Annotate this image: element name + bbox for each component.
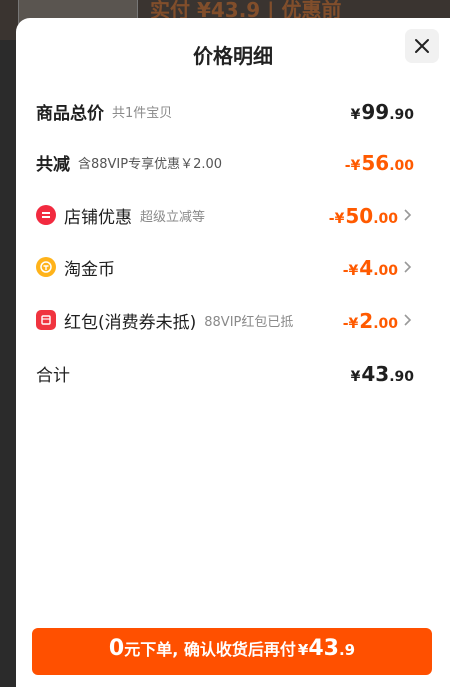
close-button[interactable] <box>405 29 439 63</box>
cta-amount-integer: 43 <box>308 636 339 661</box>
item-total-amount: ¥99.90 <box>351 96 414 126</box>
currency-symbol: ¥ <box>350 369 361 385</box>
amount-integer: 4 <box>359 256 374 280</box>
amount-integer: 2 <box>359 309 374 333</box>
amount-integer: 43 <box>361 362 390 386</box>
coin-icon <box>36 257 56 277</box>
row-label: 商品总价 <box>36 103 104 124</box>
chevron-right-icon <box>404 209 412 221</box>
amount-decimal: .90 <box>389 107 414 123</box>
row-item-total: 商品总价 共1件宝贝 ¥99.90 <box>36 96 414 126</box>
background-price-text: 实付 ¥43.9 | 优惠前¥99.9 <box>150 0 342 18</box>
currency-symbol: ¥ <box>350 107 361 123</box>
currency-symbol: -¥ <box>328 211 345 227</box>
total-discount-amount: -¥ 56.00 <box>345 147 414 177</box>
chevron-right-icon <box>404 314 412 326</box>
amount-integer: 50 <box>345 204 374 228</box>
currency-symbol: ¥ <box>297 641 309 659</box>
cta-text: 元下单, 确认收货后再付 <box>124 640 296 659</box>
amount-decimal: .00 <box>373 263 398 279</box>
shop-discount-icon <box>36 205 56 225</box>
row-sub: 88VIP红包已抵 <box>204 314 294 330</box>
row-sub: 超级立减等 <box>140 209 206 225</box>
red-packet-icon <box>36 310 56 330</box>
amount-integer: 99 <box>361 100 390 124</box>
row-label: 红包(消费券未抵) <box>64 312 197 333</box>
row-label: 店铺优惠 <box>64 207 132 228</box>
row-sub: 共1件宝贝 <box>112 105 173 121</box>
cta-zero: 0 <box>108 636 125 661</box>
amount-decimal: .00 <box>373 316 398 332</box>
row-label: 淘金币 <box>64 259 115 280</box>
amount-decimal: .00 <box>389 158 414 174</box>
taojinbi-amount: -¥ 4.00 <box>343 252 398 282</box>
row-label: 共减 <box>36 154 70 175</box>
currency-symbol: -¥ <box>342 316 359 332</box>
price-detail-sheet: 价格明细 商品总价 共1件宝贝 ¥99.90 共减 含88VIP专享优惠￥2.0… <box>16 18 450 687</box>
red-packet-amount: -¥ 2.00 <box>343 305 398 335</box>
pay-later-button[interactable]: 0 元下单, 确认收货后再付 ¥ 43 .9 <box>32 628 432 675</box>
row-shop-discount[interactable]: 店铺优惠 超级立减等 -¥ 50.00 <box>36 200 414 230</box>
row-sub: 含88VIP专享优惠￥2.00 <box>78 156 223 172</box>
row-sum: 合计 ¥43.90 <box>36 358 414 388</box>
sum-amount: ¥43.90 <box>351 358 414 388</box>
close-icon <box>415 39 429 53</box>
amount-decimal: .00 <box>373 211 398 227</box>
currency-symbol: -¥ <box>342 263 359 279</box>
row-red-packet[interactable]: 红包(消费券未抵) 88VIP红包已抵 -¥ 2.00 <box>36 305 414 335</box>
chevron-right-icon <box>404 261 412 273</box>
amount-integer: 56 <box>361 151 390 175</box>
currency-symbol: -¥ <box>344 158 361 174</box>
row-total-discount: 共减 含88VIP专享优惠￥2.00 -¥ 56.00 <box>36 147 414 177</box>
row-label: 合计 <box>36 365 70 386</box>
amount-decimal: .90 <box>389 369 414 385</box>
row-taojinbi[interactable]: 淘金币 -¥ 4.00 <box>36 252 414 282</box>
sheet-title: 价格明细 <box>193 44 273 68</box>
cta-amount-decimal: .9 <box>338 641 356 659</box>
shop-discount-amount: -¥ 50.00 <box>329 200 398 230</box>
